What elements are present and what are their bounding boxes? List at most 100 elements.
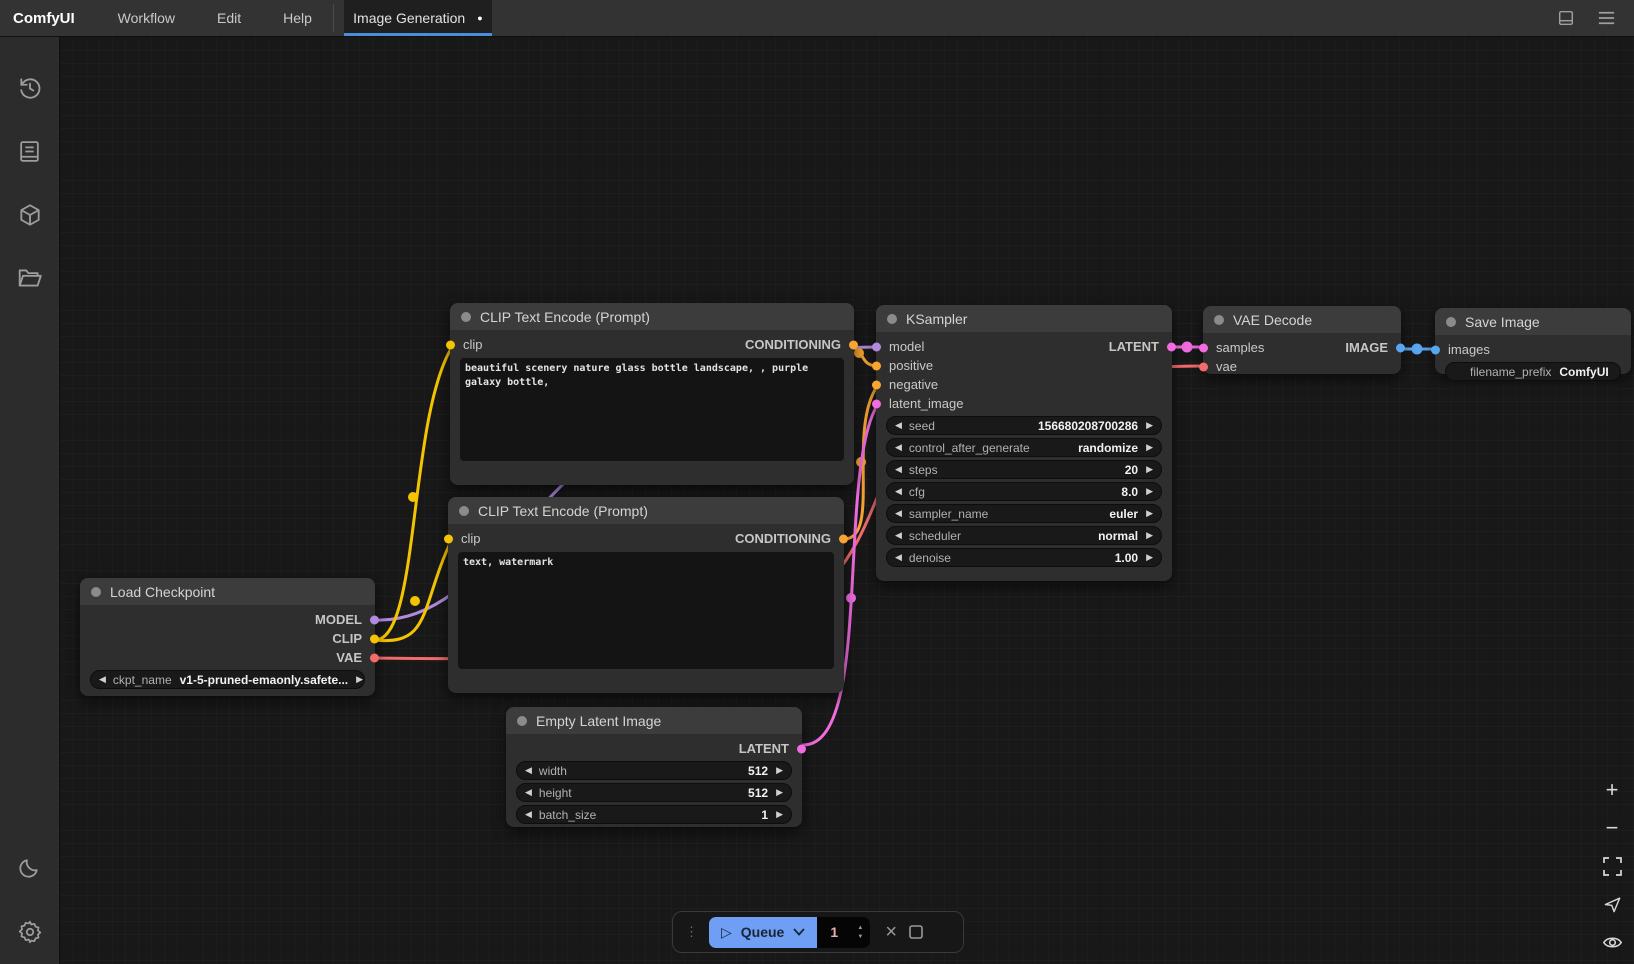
- node-load-checkpoint[interactable]: Load Checkpoint MODEL CLIP VAE ◀ ckpt_na…: [80, 578, 375, 696]
- node-clip-text-encode-negative[interactable]: CLIP Text Encode (Prompt) clip CONDITION…: [448, 497, 844, 693]
- queue-log-icon[interactable]: [13, 134, 47, 168]
- prompt-textarea[interactable]: beautiful scenery nature glass bottle la…: [460, 358, 844, 461]
- positive-input-dot[interactable]: [872, 361, 881, 370]
- image-output-dot[interactable]: [1396, 343, 1405, 352]
- next-arrow-icon[interactable]: ▶: [776, 787, 783, 798]
- cancel-icon[interactable]: ×: [885, 921, 897, 944]
- prev-arrow-icon[interactable]: ◀: [525, 765, 532, 776]
- prev-arrow-icon[interactable]: ◀: [895, 442, 902, 453]
- vae-port-dot[interactable]: [370, 653, 379, 662]
- stop-icon[interactable]: [908, 924, 924, 940]
- app-logo[interactable]: ComfyUI: [0, 0, 97, 36]
- negative-input-dot[interactable]: [872, 380, 881, 389]
- node-header[interactable]: VAE Decode: [1203, 306, 1401, 333]
- height-widget[interactable]: ◀ height 512 ▶: [516, 783, 792, 802]
- node-ksampler[interactable]: KSampler model LATENT positive negative …: [876, 305, 1172, 581]
- latent-image-input-dot[interactable]: [872, 399, 881, 408]
- collapse-dot[interactable]: [887, 314, 897, 324]
- node-header[interactable]: CLIP Text Encode (Prompt): [448, 497, 844, 524]
- input-slot-vae[interactable]: vae: [1203, 357, 1401, 376]
- vae-input-dot[interactable]: [1199, 362, 1208, 371]
- prev-arrow-icon[interactable]: ◀: [895, 464, 902, 475]
- control-after-generate-widget[interactable]: ◀ control_after_generate randomize ▶: [886, 438, 1162, 457]
- toggle-links-icon[interactable]: [1600, 930, 1624, 954]
- output-slot-clip[interactable]: CLIP: [80, 629, 375, 648]
- seed-widget[interactable]: ◀ seed 156680208700286 ▶: [886, 416, 1162, 435]
- node-save-image[interactable]: Save Image images filename_prefix ComfyU…: [1435, 308, 1631, 374]
- prev-arrow-icon[interactable]: ◀: [895, 552, 902, 563]
- node-header[interactable]: KSampler: [876, 305, 1172, 332]
- node-library-icon[interactable]: [13, 198, 47, 232]
- input-slot-positive[interactable]: positive: [876, 356, 1172, 375]
- menu-workflow[interactable]: Workflow: [97, 0, 196, 36]
- collapse-dot[interactable]: [1214, 315, 1224, 325]
- node-clip-text-encode-positive[interactable]: CLIP Text Encode (Prompt) clip CONDITION…: [450, 303, 854, 485]
- zoom-in-icon[interactable]: +: [1600, 778, 1624, 802]
- denoise-widget[interactable]: ◀ denoise 1.00 ▶: [886, 548, 1162, 567]
- collapse-dot[interactable]: [517, 716, 527, 726]
- collapse-dot[interactable]: [1446, 317, 1456, 327]
- width-widget[interactable]: ◀ width 512 ▶: [516, 761, 792, 780]
- chevron-down-icon[interactable]: [793, 928, 805, 936]
- collapse-dot[interactable]: [459, 506, 469, 516]
- steps-widget[interactable]: ◀ steps 20 ▶: [886, 460, 1162, 479]
- conditioning-output-dot[interactable]: [849, 340, 858, 349]
- collapse-dot[interactable]: [461, 312, 471, 322]
- input-slot-latent-image[interactable]: latent_image: [876, 394, 1172, 413]
- node-header[interactable]: Empty Latent Image: [506, 707, 802, 734]
- input-slot-negative[interactable]: negative: [876, 375, 1172, 394]
- fit-view-icon[interactable]: [1600, 854, 1624, 878]
- stepper-down-icon[interactable]: ▼: [857, 934, 863, 940]
- stepper-up-icon[interactable]: ▲: [857, 925, 863, 931]
- zoom-out-icon[interactable]: −: [1600, 816, 1624, 840]
- menu-help[interactable]: Help: [262, 0, 333, 36]
- settings-gear-icon[interactable]: [13, 915, 47, 949]
- next-arrow-icon[interactable]: ▶: [1146, 508, 1153, 519]
- next-arrow-icon[interactable]: ▶: [1146, 464, 1153, 475]
- theme-moon-icon[interactable]: [13, 850, 47, 884]
- prev-arrow-icon[interactable]: ◀: [895, 486, 902, 497]
- next-arrow-icon[interactable]: ▶: [776, 765, 783, 776]
- next-arrow-icon[interactable]: ▶: [1146, 530, 1153, 541]
- node-header[interactable]: CLIP Text Encode (Prompt): [450, 303, 854, 330]
- batch-stepper[interactable]: ▲▼: [857, 925, 863, 940]
- model-input-dot[interactable]: [872, 342, 881, 351]
- queue-button[interactable]: ▷ Queue: [709, 917, 817, 948]
- menu-edit[interactable]: Edit: [196, 0, 262, 36]
- images-input-dot[interactable]: [1431, 345, 1440, 354]
- node-header[interactable]: Load Checkpoint: [80, 578, 375, 605]
- next-arrow-icon[interactable]: ▶: [1146, 486, 1153, 497]
- next-arrow-icon[interactable]: ▶: [1146, 552, 1153, 563]
- prev-arrow-icon[interactable]: ◀: [895, 420, 902, 431]
- conditioning-output-dot[interactable]: [839, 534, 848, 543]
- node-header[interactable]: Save Image: [1435, 308, 1631, 335]
- prev-arrow-icon[interactable]: ◀: [895, 530, 902, 541]
- model-port-dot[interactable]: [370, 615, 379, 624]
- output-slot-latent[interactable]: LATENT: [506, 739, 802, 758]
- input-slot-images[interactable]: images: [1435, 340, 1631, 359]
- history-icon[interactable]: [13, 71, 47, 105]
- cfg-widget[interactable]: ◀ cfg 8.0 ▶: [886, 482, 1162, 501]
- workflow-tab-image-generation[interactable]: Image Generation ●: [344, 0, 492, 36]
- node-empty-latent-image[interactable]: Empty Latent Image LATENT ◀ width 512 ▶ …: [506, 707, 802, 827]
- workflows-folder-icon[interactable]: [13, 261, 47, 295]
- latent-output-dot[interactable]: [1167, 342, 1176, 351]
- prev-arrow-icon[interactable]: ◀: [99, 674, 106, 685]
- prev-arrow-icon[interactable]: ◀: [895, 508, 902, 519]
- prompt-textarea[interactable]: text, watermark: [458, 552, 834, 669]
- clip-input-dot[interactable]: [446, 340, 455, 349]
- latent-output-dot[interactable]: [797, 744, 806, 753]
- next-arrow-icon[interactable]: ▶: [1146, 442, 1153, 453]
- next-arrow-icon[interactable]: ▶: [356, 674, 363, 685]
- batch-size-widget[interactable]: ◀ batch_size 1 ▶: [516, 805, 792, 824]
- collapse-dot[interactable]: [91, 587, 101, 597]
- clip-input-dot[interactable]: [444, 534, 453, 543]
- hamburger-menu-icon[interactable]: [1597, 10, 1616, 26]
- samples-input-dot[interactable]: [1199, 343, 1208, 352]
- sampler-name-widget[interactable]: ◀ sampler_name euler ▶: [886, 504, 1162, 523]
- filename-prefix-widget[interactable]: filename_prefix ComfyUI: [1445, 362, 1621, 381]
- prev-arrow-icon[interactable]: ◀: [525, 809, 532, 820]
- output-slot-model[interactable]: MODEL: [80, 610, 375, 629]
- drag-handle-icon[interactable]: ⋮: [685, 930, 698, 934]
- next-arrow-icon[interactable]: ▶: [776, 809, 783, 820]
